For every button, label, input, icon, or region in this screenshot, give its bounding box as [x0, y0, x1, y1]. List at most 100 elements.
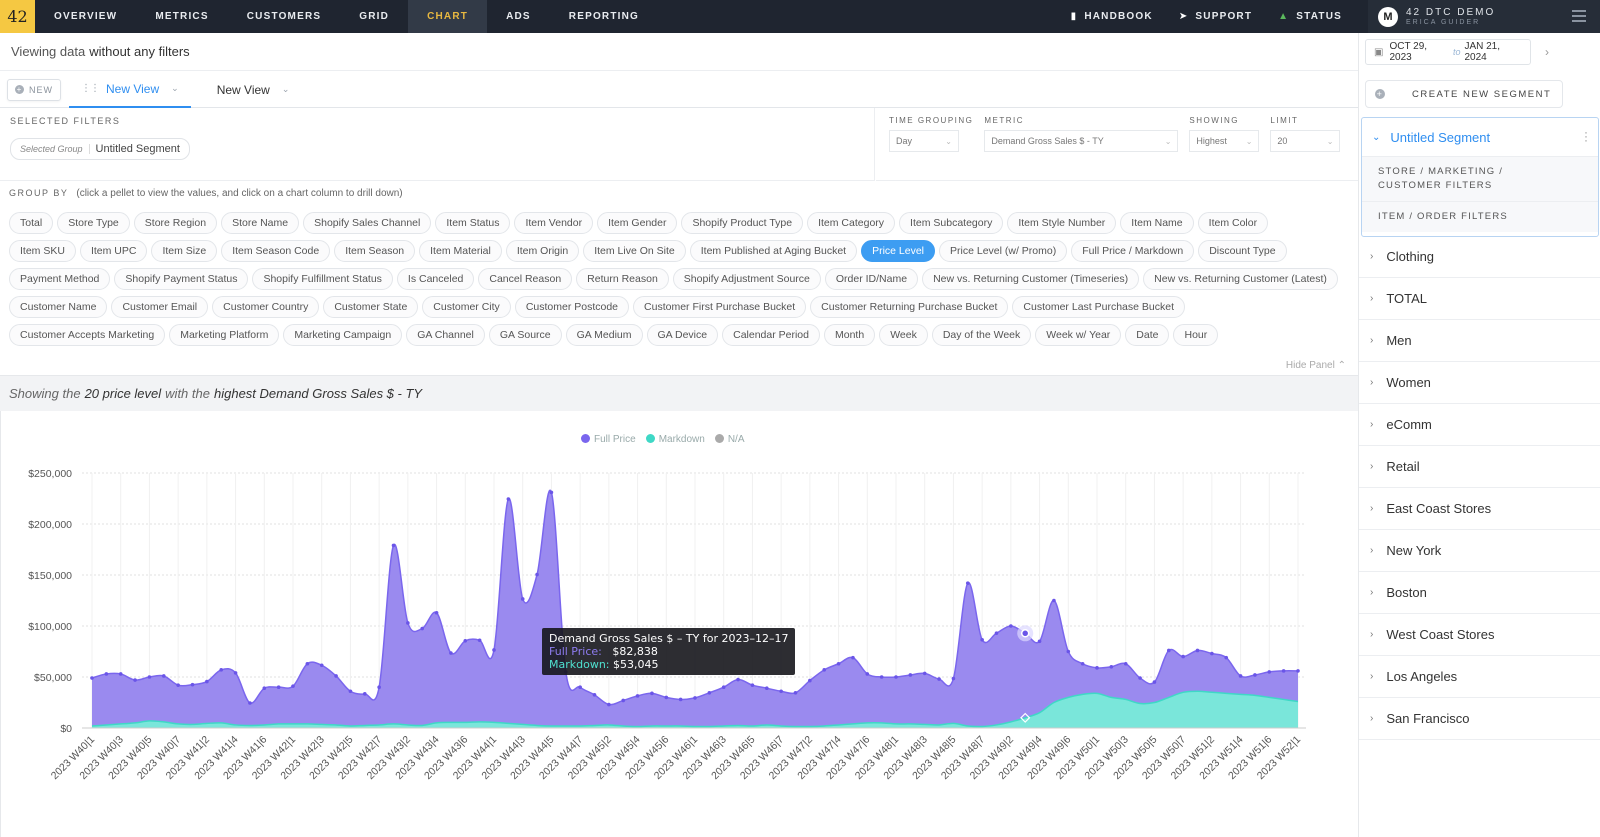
segment-item[interactable]: › TOTAL [1359, 278, 1600, 320]
group-by-pellet[interactable]: Item Gender [597, 212, 678, 234]
nav-metrics[interactable]: METRICS [136, 0, 227, 33]
segment-item[interactable]: › eComm [1359, 404, 1600, 446]
group-by-pellet[interactable]: Customer First Purchase Bucket [633, 296, 807, 318]
group-by-pellet[interactable]: Customer Email [111, 296, 209, 318]
segment-section-store[interactable]: STORE / MARKETING / CUSTOMER FILTERS [1362, 156, 1598, 201]
create-segment-button[interactable]: + CREATE NEW SEGMENT [1365, 80, 1563, 108]
group-by-pellet[interactable]: Marketing Platform [169, 324, 280, 346]
group-by-pellet[interactable]: Shopify Fulfillment Status [252, 268, 393, 290]
tab-view-1[interactable]: ⋮⋮ New View ⌄ [69, 72, 191, 108]
nav-chart[interactable]: CHART [408, 0, 488, 33]
nav-grid[interactable]: GRID [340, 0, 408, 33]
group-by-pellet[interactable]: Item Origin [505, 240, 580, 262]
segment-item[interactable]: › Women [1359, 362, 1600, 404]
chevron-down-icon[interactable]: ⌄ [171, 83, 179, 94]
segment-item[interactable]: › Boston [1359, 572, 1600, 614]
group-by-pellet[interactable]: Customer State [323, 296, 419, 318]
metric-select[interactable]: Demand Gross Sales $ - TY ⌄ [984, 130, 1179, 152]
kebab-menu-icon[interactable]: · · · [1584, 126, 1588, 146]
group-by-pellet[interactable]: GA Medium [565, 324, 643, 346]
group-by-pellet[interactable]: Item Live On Site [583, 240, 686, 262]
group-by-pellet[interactable]: Shopify Adjustment Source [672, 268, 821, 290]
nav-customers[interactable]: CUSTOMERS [228, 0, 341, 33]
app-logo[interactable]: 42 [0, 0, 35, 33]
group-by-pellet[interactable]: Customer Last Purchase Bucket [1012, 296, 1185, 318]
group-by-pellet[interactable]: Customer Country [212, 296, 320, 318]
selected-group-pill[interactable]: Selected Group Untitled Segment [10, 138, 190, 160]
status-link[interactable]: ▲ STATUS [1278, 11, 1342, 22]
group-by-pellet[interactable]: Store Type [57, 212, 130, 234]
group-by-pellet[interactable]: Hour [1173, 324, 1219, 346]
hamburger-menu-icon[interactable] [1572, 10, 1586, 25]
hide-panel-button[interactable]: Hide Panel ⌃ [1286, 360, 1346, 371]
chevron-down-icon[interactable]: ⌄ [282, 84, 290, 95]
group-by-pellet[interactable]: Price Level [861, 240, 936, 262]
group-by-pellet[interactable]: Month [824, 324, 876, 346]
segment-item[interactable]: › Clothing [1359, 236, 1600, 278]
group-by-pellet[interactable]: Day of the Week [931, 324, 1032, 346]
group-by-pellet[interactable]: Item Published at Aging Bucket [689, 240, 858, 262]
group-by-pellet[interactable]: Is Canceled [396, 268, 475, 290]
group-by-pellet[interactable]: Shopify Sales Channel [303, 212, 432, 234]
group-by-pellet[interactable]: Item Vendor [514, 212, 594, 234]
group-by-pellet[interactable]: Week w/ Year [1035, 324, 1122, 346]
account-menu[interactable]: M 42 DTC DEMO ERICA GUIDER [1368, 0, 1600, 33]
group-by-pellet[interactable]: Store Region [133, 212, 218, 234]
nav-overview[interactable]: OVERVIEW [35, 0, 136, 33]
group-by-pellet[interactable]: Customer Accepts Marketing [9, 324, 166, 346]
segment-item[interactable]: › East Coast Stores [1359, 488, 1600, 530]
group-by-pellet[interactable]: GA Channel [406, 324, 485, 346]
segment-item[interactable]: › New York [1359, 530, 1600, 572]
group-by-pellet[interactable]: New vs. Returning Customer (Latest) [1143, 268, 1338, 290]
chevron-right-icon[interactable]: › [1545, 45, 1549, 59]
support-link[interactable]: ➤ SUPPORT [1179, 11, 1252, 22]
group-by-pellet[interactable]: Price Level (w/ Promo) [939, 240, 1068, 262]
showing-select[interactable]: Highest ⌄ [1189, 130, 1260, 152]
segment-item[interactable]: › San Francisco [1359, 698, 1600, 740]
group-by-pellet[interactable]: Full Price / Markdown [1071, 240, 1195, 262]
tab-view-2[interactable]: New View ⌄ [205, 72, 302, 108]
group-by-pellet[interactable]: Item Subcategory [899, 212, 1004, 234]
group-by-pellet[interactable]: Shopify Product Type [681, 212, 804, 234]
group-by-pellet[interactable]: Customer City [422, 296, 511, 318]
group-by-pellet[interactable]: Item Color [1197, 212, 1269, 234]
group-by-pellet[interactable]: Order ID/Name [824, 268, 919, 290]
group-by-pellet[interactable]: Item UPC [79, 240, 148, 262]
new-view-button[interactable]: + NEW [7, 78, 61, 101]
nav-reporting[interactable]: REPORTING [550, 0, 658, 33]
group-by-pellet[interactable]: Shopify Payment Status [114, 268, 249, 290]
segment-item[interactable]: › Men [1359, 320, 1600, 362]
group-by-pellet[interactable]: Date [1125, 324, 1170, 346]
segment-section-item[interactable]: ITEM / ORDER FILTERS [1362, 201, 1598, 232]
group-by-pellet[interactable]: Week [879, 324, 928, 346]
date-range-picker[interactable]: ▣ OCT 29, 2023 to JAN 21, 2024 [1365, 39, 1531, 65]
time-grouping-select[interactable]: Day ⌄ [889, 130, 959, 152]
stacked-area-chart[interactable]: $0 $50,000 $100,000 $150,000 $200,000 $250,00… [1, 411, 1359, 837]
group-by-pellet[interactable]: Payment Method [9, 268, 111, 290]
group-by-pellet[interactable]: Customer Postcode [514, 296, 630, 318]
group-by-pellet[interactable]: Item Category [807, 212, 896, 234]
group-by-pellet[interactable]: Item Status [435, 212, 511, 234]
active-segment-header[interactable]: ⌄ Untitled Segment · · · [1362, 118, 1598, 156]
group-by-pellet[interactable]: Item Season [334, 240, 416, 262]
group-by-pellet[interactable]: Store Name [221, 212, 300, 234]
nav-ads[interactable]: ADS [487, 0, 550, 33]
group-by-pellet[interactable]: Customer Name [9, 296, 108, 318]
handbook-link[interactable]: ▮ HANDBOOK [1071, 11, 1153, 22]
group-by-pellet[interactable]: GA Source [488, 324, 562, 346]
segment-item[interactable]: › Retail [1359, 446, 1600, 488]
group-by-pellet[interactable]: Item Size [151, 240, 218, 262]
group-by-pellet[interactable]: Total [9, 212, 54, 234]
group-by-pellet[interactable]: Return Reason [576, 268, 669, 290]
drag-handle-icon[interactable]: ⋮⋮ [81, 83, 100, 94]
group-by-pellet[interactable]: Item Name [1120, 212, 1194, 234]
group-by-pellet[interactable]: New vs. Returning Customer (Timeseries) [922, 268, 1140, 290]
group-by-pellet[interactable]: Item SKU [9, 240, 76, 262]
segment-item[interactable]: › Los Angeles [1359, 656, 1600, 698]
group-by-pellet[interactable]: Customer Returning Purchase Bucket [810, 296, 1009, 318]
group-by-pellet[interactable]: Marketing Campaign [283, 324, 403, 346]
group-by-pellet[interactable]: Discount Type [1198, 240, 1287, 262]
group-by-pellet[interactable]: Calendar Period [722, 324, 820, 346]
group-by-pellet[interactable]: Item Season Code [221, 240, 331, 262]
segment-item[interactable]: › West Coast Stores [1359, 614, 1600, 656]
